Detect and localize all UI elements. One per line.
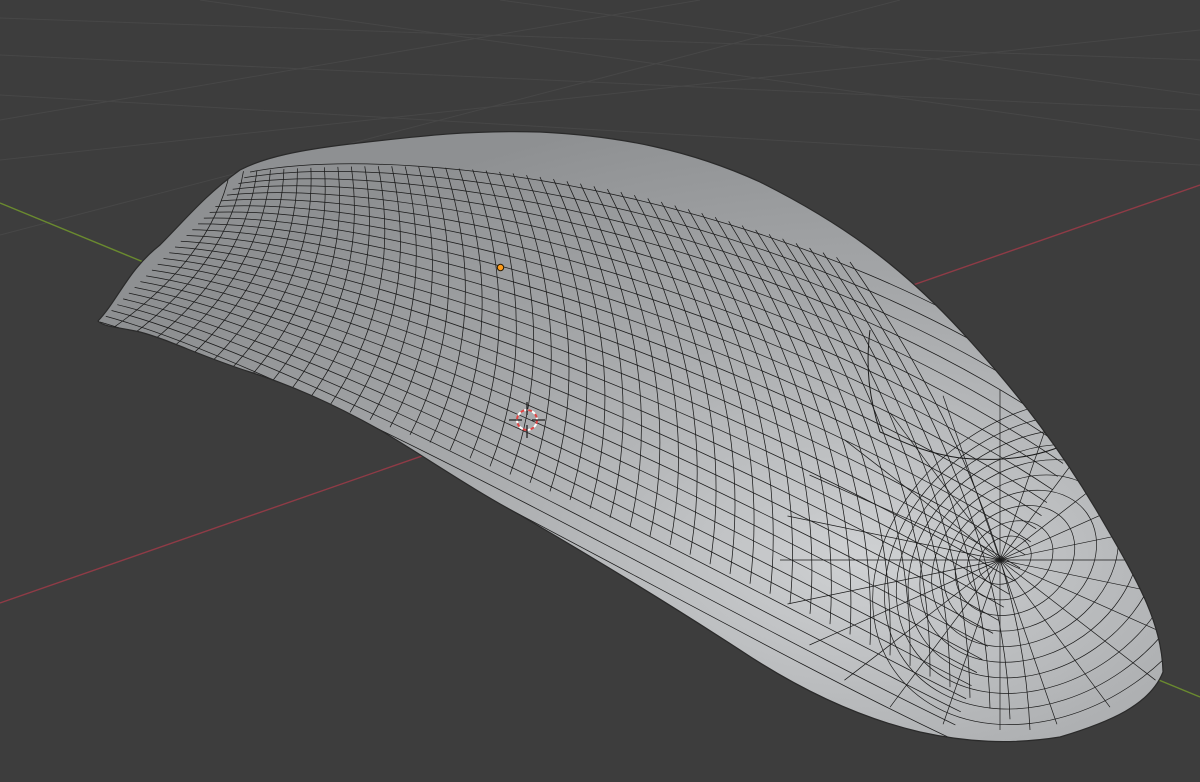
mesh-surface[interactable] — [98, 131, 1163, 742]
3d-viewport[interactable] — [0, 0, 1200, 782]
grid-line — [0, 54, 1200, 111]
object-origin-point[interactable] — [496, 263, 505, 272]
grid-line — [199, 0, 1200, 141]
grid-line — [499, 0, 1200, 96]
subdivided-mesh-object[interactable] — [97, 131, 1200, 782]
grid-line — [0, 17, 1200, 61]
viewport-canvas[interactable] — [0, 0, 1200, 782]
